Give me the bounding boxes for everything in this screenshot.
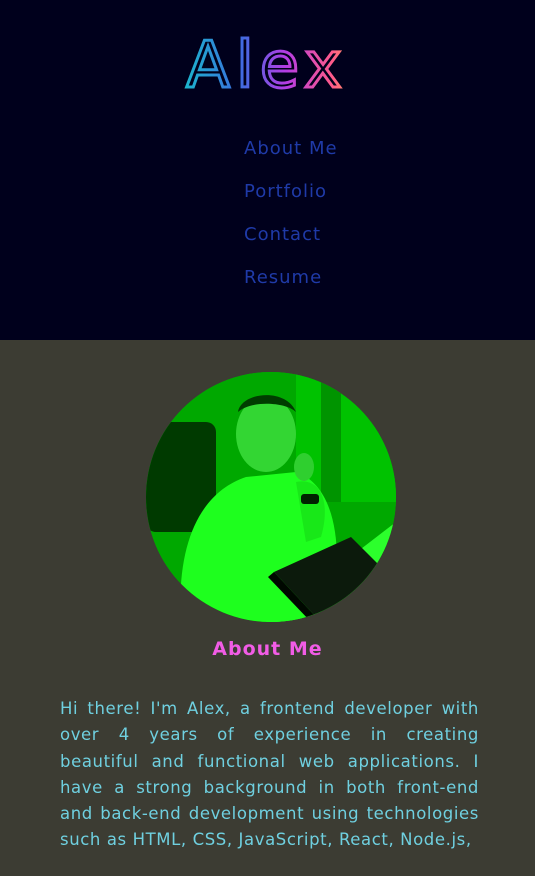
- about-title: About Me: [212, 638, 323, 660]
- nav-about-me[interactable]: About Me: [244, 136, 338, 179]
- nav-resume[interactable]: Resume: [244, 265, 338, 308]
- logo-wordmark: Alex: [185, 28, 348, 105]
- profile-photo-illustration: [146, 372, 396, 622]
- site-logo[interactable]: Alex: [0, 28, 535, 105]
- about-section: About Me Hi there! I'm Alex, a frontend …: [0, 340, 535, 876]
- logo-text: Alex: [186, 29, 348, 98]
- site-header: Alex About Me Portfolio Contact Resume: [0, 0, 535, 340]
- nav-portfolio[interactable]: Portfolio: [244, 179, 338, 222]
- nav-contact[interactable]: Contact: [244, 222, 338, 265]
- main-nav: About Me Portfolio Contact Resume: [244, 136, 338, 308]
- about-bio: Hi there! I'm Alex, a frontend developer…: [60, 699, 479, 850]
- profile-photo: [146, 372, 396, 622]
